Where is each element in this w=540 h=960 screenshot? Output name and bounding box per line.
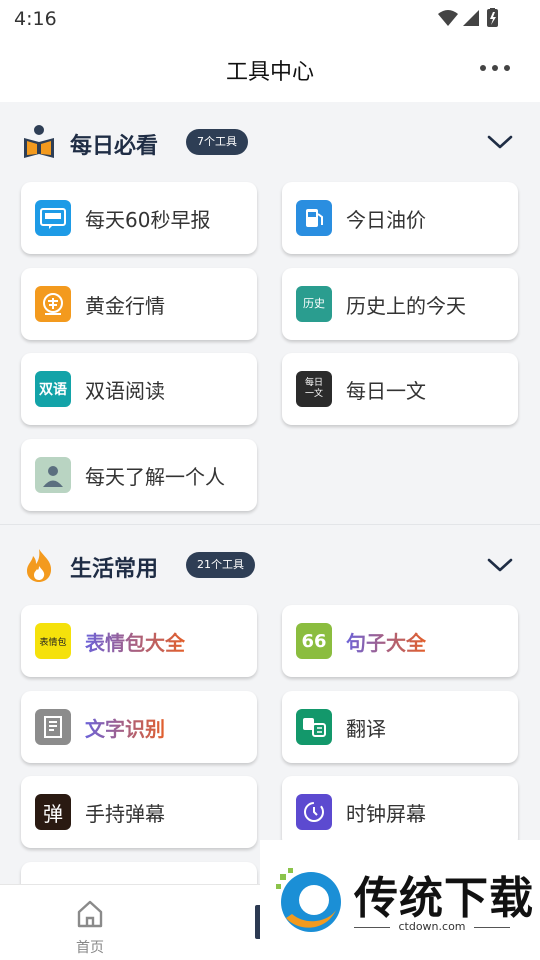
daily-article-icon: 每日一文 bbox=[296, 371, 332, 407]
book-reader-icon bbox=[24, 125, 54, 158]
danmaku-icon-text: 弹 bbox=[43, 801, 63, 826]
tool-card-oil-price[interactable]: 今日油价 bbox=[282, 182, 518, 254]
tool-label: 历史上的今天 bbox=[346, 294, 466, 318]
section-title: 每日必看 bbox=[70, 134, 159, 159]
history-icon: 历史 bbox=[296, 286, 332, 322]
bilingual-icon-text: 双语 bbox=[39, 382, 67, 398]
tool-label: 黄金行情 bbox=[85, 294, 165, 318]
tool-label: 手持弹幕 bbox=[85, 802, 165, 826]
tool-label: 今日油价 bbox=[346, 208, 426, 232]
fire-icon bbox=[27, 549, 52, 582]
tool-label: 时钟屏幕 bbox=[346, 802, 426, 826]
header: 工具中心 bbox=[0, 38, 540, 102]
chevron-down-icon[interactable] bbox=[486, 130, 514, 154]
fuel-pump-icon bbox=[296, 200, 332, 236]
gold-coin-icon bbox=[35, 286, 71, 322]
tool-label: 翻译 bbox=[346, 717, 386, 741]
page-title: 工具中心 bbox=[225, 60, 314, 85]
more-dot-icon bbox=[504, 65, 510, 71]
section-header-life[interactable]: 生活常用 21个工具 bbox=[0, 525, 540, 605]
tool-card-bilingual[interactable]: 双语 双语阅读 bbox=[21, 353, 257, 425]
tool-card-history-today[interactable]: 历史 历史上的今天 bbox=[282, 268, 518, 340]
tool-label: 表情包大全 bbox=[85, 627, 185, 656]
tool-card-danmaku[interactable]: 弹 手持弹幕 bbox=[21, 776, 257, 848]
more-menu-button[interactable] bbox=[480, 61, 510, 75]
bilingual-icon: 双语 bbox=[35, 371, 71, 407]
tool-card-gold-price[interactable]: 黄金行情 bbox=[21, 268, 257, 340]
tool-card-person-daily[interactable]: 每天了解一个人 bbox=[21, 439, 257, 511]
tool-label: 每日一文 bbox=[346, 379, 426, 403]
chevron-down-icon[interactable] bbox=[486, 553, 514, 577]
tab-home[interactable]: 首页 bbox=[60, 895, 120, 956]
tool-label: 每天60秒早报 bbox=[85, 208, 211, 232]
watermark-title: 传统下载 bbox=[354, 873, 534, 924]
person-icon bbox=[35, 457, 71, 493]
daily-article-icon-text: 每日一文 bbox=[304, 378, 323, 399]
section-title: 生活常用 bbox=[70, 557, 159, 582]
tool-card-morning-news[interactable]: 每天60秒早报 bbox=[21, 182, 257, 254]
status-bar: 4:16 bbox=[0, 0, 540, 38]
tool-count-badge: 21个工具 bbox=[186, 552, 255, 578]
ocr-icon bbox=[35, 709, 71, 745]
watermark: 传统下载 ctdown.com bbox=[260, 840, 540, 960]
more-dot-icon bbox=[480, 65, 486, 71]
emoji-pack-icon: 表情包 bbox=[35, 623, 71, 659]
tool-label: 句子大全 bbox=[346, 627, 426, 656]
quote-icon: 66 bbox=[296, 623, 332, 659]
tool-count-badge: 7个工具 bbox=[186, 129, 248, 155]
tool-card-sentences[interactable]: 66 句子大全 bbox=[282, 605, 518, 677]
emoji-pack-icon-text: 表情包 bbox=[39, 637, 67, 648]
home-icon bbox=[77, 900, 103, 928]
system-status-icons bbox=[438, 8, 498, 27]
site-logo-icon bbox=[276, 868, 341, 932]
tool-card-emoji-pack[interactable]: 表情包 表情包大全 bbox=[21, 605, 257, 677]
clock-icon bbox=[296, 794, 332, 830]
danmaku-icon: 弹 bbox=[35, 794, 71, 830]
tool-label: 双语阅读 bbox=[85, 379, 165, 403]
history-icon-text: 历史 bbox=[303, 297, 325, 310]
quote-icon-text: 66 bbox=[301, 630, 327, 652]
watermark-url: ctdown.com bbox=[354, 920, 510, 933]
translate-icon bbox=[296, 709, 332, 745]
tool-label: 文字识别 bbox=[85, 713, 165, 742]
more-dot-icon bbox=[492, 65, 498, 71]
status-time: 4:16 bbox=[14, 8, 57, 30]
section-header-daily[interactable]: 每日必看 7个工具 bbox=[0, 102, 540, 182]
tool-card-translate[interactable]: 翻译 bbox=[282, 691, 518, 763]
tool-label: 每天了解一个人 bbox=[85, 465, 225, 489]
tool-card-ocr[interactable]: 文字识别 bbox=[21, 691, 257, 763]
tab-home-label: 首页 bbox=[76, 940, 104, 956]
tool-card-clock-screen[interactable]: 时钟屏幕 bbox=[282, 776, 518, 848]
newspaper-icon bbox=[35, 200, 71, 236]
tool-card-daily-article[interactable]: 每日一文 每日一文 bbox=[282, 353, 518, 425]
